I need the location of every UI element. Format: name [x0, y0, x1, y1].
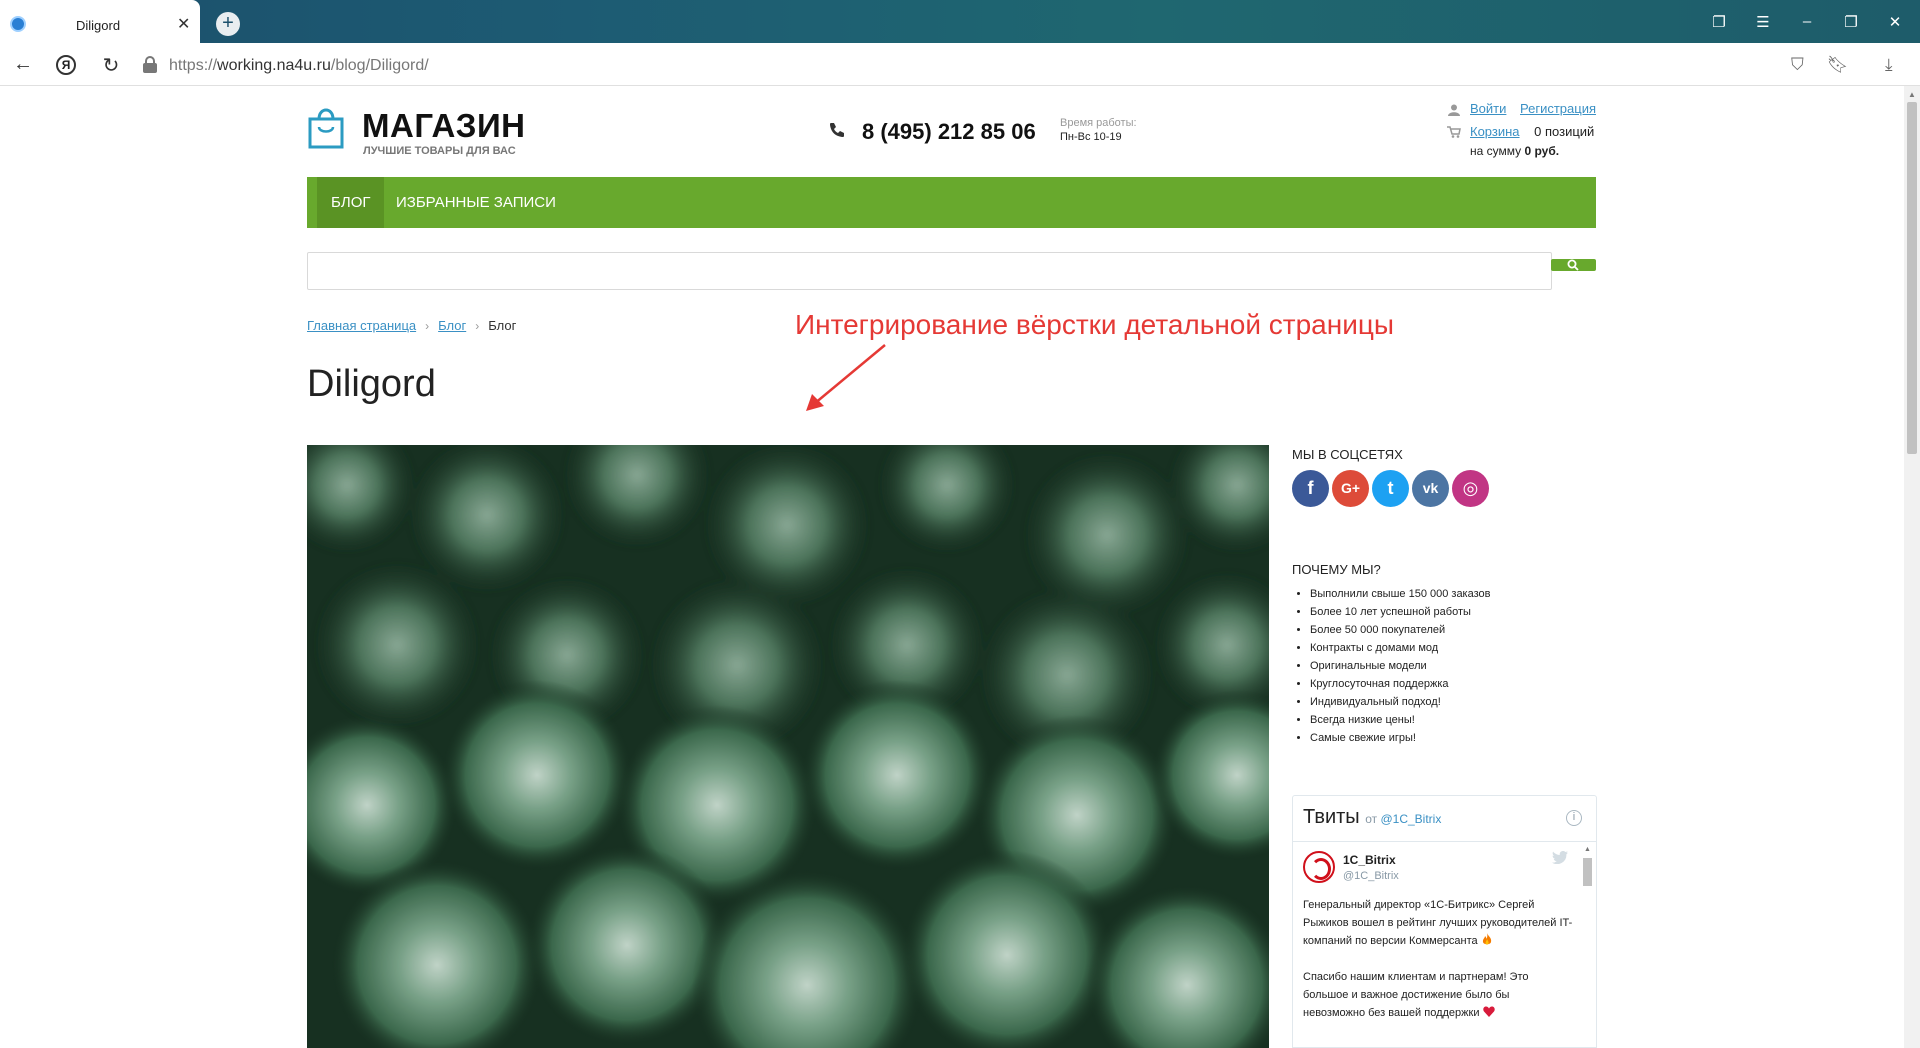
list-item: Более 50 000 покупателей: [1310, 621, 1491, 639]
breadcrumb-home[interactable]: Главная страница: [307, 318, 416, 333]
breadcrumb: Главная страница › Блог › Блог: [307, 318, 516, 333]
heart-emoji-icon: [1482, 1006, 1495, 1017]
list-item: Круглосуточная поддержка: [1310, 675, 1491, 693]
restore-icon[interactable]: ❐: [1841, 13, 1861, 31]
site-favicon-icon: [10, 16, 26, 32]
tweets-account-link[interactable]: @1C_Bitrix: [1380, 812, 1441, 826]
user-icon: [1448, 104, 1460, 116]
tab-close-icon[interactable]: ✕: [177, 14, 190, 34]
succulent-photo-icon: [307, 445, 1269, 1048]
lock-icon[interactable]: [142, 56, 158, 73]
protect-icon[interactable]: ⛉: [1791, 55, 1804, 75]
collections-icon[interactable]: ❐: [1709, 13, 1729, 31]
list-item: Оригинальные модели: [1310, 657, 1491, 675]
cart-link[interactable]: Корзина: [1470, 124, 1520, 139]
instagram-icon[interactable]: ◎: [1452, 470, 1489, 507]
list-item: Индивидуальный подход!: [1310, 693, 1491, 711]
twitter-widget: Твиты от @1C_Bitrix i 1C_Bitrix @1C_Bitr…: [1292, 795, 1597, 1048]
annotation-text: Интегрирование вёрстки детальной страниц…: [795, 309, 1395, 340]
breadcrumb-current: Блог: [488, 318, 517, 333]
tweet-account-handle[interactable]: @1C_Bitrix: [1343, 870, 1399, 882]
tweets-header: Твиты от @1C_Bitrix: [1303, 806, 1441, 829]
google-plus-icon[interactable]: G+: [1332, 470, 1369, 507]
chevron-right-icon: ›: [425, 319, 430, 333]
tweets-scrollbar[interactable]: ▲: [1580, 844, 1594, 1047]
scroll-up-icon[interactable]: ▲: [1584, 846, 1591, 853]
logo-name: МАГАЗИН: [362, 107, 526, 144]
back-arrow-icon[interactable]: ←: [11, 53, 35, 76]
vk-icon[interactable]: vk: [1412, 470, 1449, 507]
tweet-paragraph: Спасибо нашим клиентам и партнерам! Это …: [1303, 971, 1529, 1019]
search-input[interactable]: [307, 252, 1552, 290]
phone-icon: [830, 123, 844, 137]
yandex-icon[interactable]: Я: [56, 55, 76, 75]
twitter-bird-icon[interactable]: [1552, 851, 1568, 864]
tweets-by-label: от: [1365, 812, 1378, 826]
avatar[interactable]: [1303, 851, 1335, 883]
download-icon[interactable]: ⤓: [1885, 55, 1893, 75]
tweet-text: Генеральный директор «1С-Битрикс» Сергей…: [1303, 896, 1573, 1040]
facebook-icon[interactable]: f: [1292, 470, 1329, 507]
window-close-icon[interactable]: ✕: [1885, 13, 1905, 31]
shopping-bag-icon: [308, 108, 344, 149]
minimize-icon[interactable]: –: [1797, 13, 1817, 30]
scrollbar-thumb[interactable]: [1583, 858, 1592, 886]
hours-label: Время работы:: [1060, 117, 1137, 129]
page-scrollbar[interactable]: ▲: [1904, 86, 1920, 1048]
list-item: Всегда низкие цены!: [1310, 711, 1491, 729]
search-icon: [1567, 259, 1579, 271]
url-field[interactable]: https://working.na4u.ru/blog/Diligord/: [169, 57, 429, 75]
cart-sum-label: на сумму: [1470, 144, 1522, 158]
list-item: Самые свежие игры!: [1310, 729, 1491, 747]
cart-count: 0 позиций: [1534, 124, 1595, 139]
fire-emoji-icon: [1482, 933, 1491, 945]
browser-tab-bar: Diligord ✕ + ❐ ☰ – ❐ ✕: [0, 0, 1920, 43]
cart-sum-value: 0 руб.: [1524, 144, 1560, 158]
menu-item-favorites[interactable]: ИЗБРАННЫЕ ЗАПИСИ: [382, 177, 570, 228]
hours-value: Пн-Вс 10-19: [1060, 131, 1122, 143]
tweets-title: Твиты: [1303, 806, 1360, 828]
tab-title: Diligord: [76, 18, 121, 33]
chevron-right-icon: ›: [475, 319, 480, 333]
reload-icon[interactable]: ↻: [99, 53, 123, 78]
browser-menu-icon[interactable]: ☰: [1753, 13, 1773, 31]
search-button[interactable]: [1551, 259, 1596, 271]
twitter-icon[interactable]: t: [1372, 470, 1409, 507]
annotation-arrow-icon: [806, 344, 886, 411]
browser-tab[interactable]: Diligord ✕: [0, 0, 200, 43]
article-image: [307, 445, 1269, 1048]
why-title: ПОЧЕМУ МЫ?: [1292, 562, 1381, 577]
login-link[interactable]: Войти: [1470, 101, 1506, 116]
scrollbar-thumb[interactable]: [1907, 102, 1917, 454]
social-title: МЫ В СОЦСЕТЯХ: [1292, 447, 1403, 462]
cart-icon: [1447, 126, 1461, 138]
list-item: Выполнили свыше 150 000 заказов: [1310, 585, 1491, 603]
logo-slogan: ЛУЧШИЕ ТОВАРЫ ДЛЯ ВАС: [363, 145, 516, 157]
register-link[interactable]: Регистрация: [1520, 101, 1596, 116]
tweet-account-name[interactable]: 1C_Bitrix: [1343, 853, 1396, 867]
scroll-up-icon[interactable]: ▲: [1908, 90, 1916, 99]
menu-item-blog[interactable]: БЛОГ: [317, 177, 385, 228]
page-title: Diligord: [307, 363, 436, 405]
main-menu: БЛОГ ИЗБРАННЫЕ ЗАПИСИ: [307, 177, 1596, 228]
tweet-paragraph: Генеральный директор «1С-Битрикс» Сергей…: [1303, 899, 1573, 947]
breadcrumb-blog[interactable]: Блог: [438, 318, 466, 333]
list-item: Более 10 лет успешной работы: [1310, 603, 1491, 621]
new-tab-button[interactable]: +: [216, 12, 240, 36]
phone-number[interactable]: 8 (495) 212 85 06: [862, 119, 1036, 145]
bookmark-icon[interactable]: 🔖︎: [1827, 55, 1849, 75]
address-bar: ← Я ↻ https://working.na4u.ru/blog/Dilig…: [0, 43, 1920, 86]
list-item: Контракты с домами мод: [1310, 639, 1491, 657]
info-icon[interactable]: i: [1566, 810, 1582, 826]
why-list: Выполнили свыше 150 000 заказов Более 10…: [1310, 585, 1491, 747]
